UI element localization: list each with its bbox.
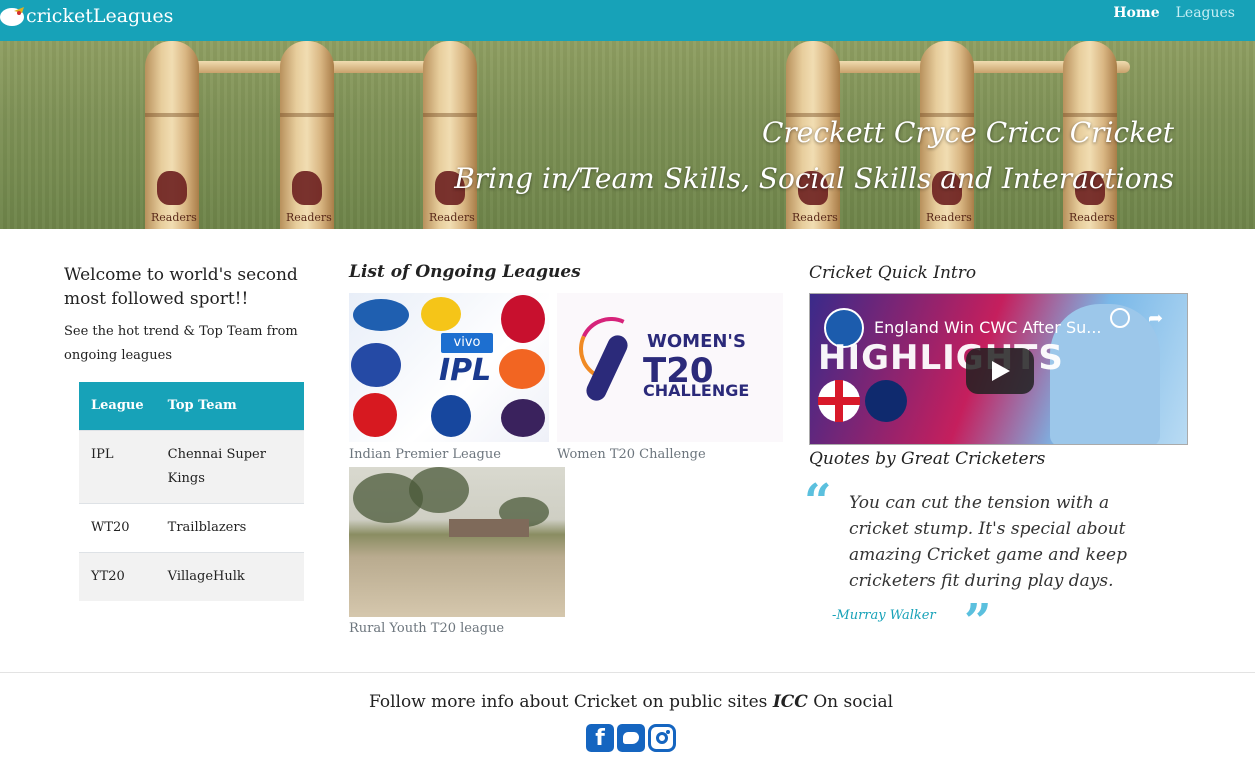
quotes-title: Quotes by Great Cricketers bbox=[809, 449, 1046, 469]
close-quote-icon: ” bbox=[964, 594, 992, 650]
rural-youth-image[interactable] bbox=[349, 467, 565, 617]
ipl-logo: IPL bbox=[439, 353, 492, 388]
wt20-logo-line1: WOMEN'S bbox=[647, 331, 746, 352]
footer-text-suffix: On social bbox=[807, 692, 894, 712]
open-quote-icon: “ bbox=[804, 474, 832, 530]
quote-text: You can cut the tension with a cricket s… bbox=[849, 493, 1127, 591]
hero-subtitle: Bring in/Team Skills, Social Skills and … bbox=[454, 162, 1174, 195]
table-row: YT20 VillageHulk bbox=[79, 551, 304, 601]
stump: Readers bbox=[280, 41, 334, 229]
video-title[interactable]: England Win CWC After Su... bbox=[874, 318, 1102, 337]
welcome-heading: Welcome to world's second most followed … bbox=[64, 265, 298, 309]
footer-divider bbox=[0, 672, 1255, 673]
table-row: WT20 Trailblazers bbox=[79, 502, 304, 552]
table-cell-top-team: Trailblazers bbox=[155, 502, 304, 552]
icc-link[interactable]: ICC bbox=[773, 692, 808, 712]
nav-links: Home Leagues bbox=[1113, 5, 1235, 21]
cricket-ball-logo-icon bbox=[0, 5, 26, 27]
card-caption-wt20[interactable]: Women T20 Challenge bbox=[557, 447, 706, 462]
instagram-icon[interactable] bbox=[648, 724, 676, 752]
team-logo-icon bbox=[353, 299, 409, 331]
welcome-subtext: See the hot trend & Top Team from ongoin… bbox=[64, 324, 298, 363]
ipl-image[interactable]: vivo IPL bbox=[349, 293, 549, 442]
navbar: cricketLeagues Home Leagues bbox=[0, 0, 1255, 41]
team-logo-icon bbox=[501, 295, 545, 343]
quote-author: -Murray Walker bbox=[832, 608, 936, 623]
brand[interactable]: cricketLeagues bbox=[0, 3, 173, 29]
team-logo-icon bbox=[501, 399, 545, 437]
new-zealand-flag-icon bbox=[865, 380, 907, 422]
footer-text: Follow more info about Cricket on public… bbox=[0, 692, 1255, 712]
team-logo-icon bbox=[499, 349, 545, 389]
building bbox=[449, 519, 529, 537]
leagues-table: League Top Team IPL Chennai Super Kings … bbox=[79, 382, 304, 601]
column-header-league: League bbox=[79, 382, 156, 430]
table-cell-league: IPL bbox=[79, 429, 156, 503]
team-logo-icon bbox=[351, 343, 401, 387]
team-logo-icon bbox=[353, 393, 397, 437]
table-cell-top-team: VillageHulk bbox=[155, 551, 304, 601]
team-logo-icon bbox=[421, 297, 461, 331]
table-cell-league: WT20 bbox=[79, 502, 156, 552]
facebook-icon[interactable]: f bbox=[586, 724, 614, 752]
stump: Readers bbox=[423, 41, 477, 229]
leagues-list-title: List of Ongoing Leagues bbox=[349, 262, 581, 282]
card-caption-rural[interactable]: Rural Youth T20 league bbox=[349, 621, 504, 636]
play-button[interactable] bbox=[966, 348, 1034, 394]
watch-later-icon[interactable] bbox=[1110, 308, 1130, 328]
footer-text-prefix: Follow more info about Cricket on public… bbox=[368, 692, 773, 712]
hero-title: Creckett Cryce Cricc Cricket bbox=[761, 116, 1174, 149]
nav-leagues-link[interactable]: Leagues bbox=[1176, 5, 1235, 21]
card-caption-ipl[interactable]: Indian Premier League bbox=[349, 447, 501, 462]
video-player[interactable]: England Win CWC After Su... HIGHLIGHTS ➦ bbox=[809, 293, 1188, 445]
share-icon[interactable]: ➦ bbox=[1148, 308, 1163, 329]
table-row: IPL Chennai Super Kings bbox=[79, 429, 304, 503]
nav-home-link[interactable]: Home bbox=[1113, 5, 1159, 21]
team-logo-icon bbox=[431, 395, 471, 437]
column-header-top-team: Top Team bbox=[155, 382, 304, 430]
intro-title: Cricket Quick Intro bbox=[809, 263, 977, 283]
table-header-row: League Top Team bbox=[79, 382, 304, 430]
brand-name: cricketLeagues bbox=[26, 5, 174, 27]
tree bbox=[409, 467, 469, 513]
twitter-icon[interactable] bbox=[617, 724, 645, 752]
table-cell-top-team: Chennai Super Kings bbox=[155, 429, 304, 503]
hero-banner: Readers Readers Readers Readers Readers … bbox=[0, 41, 1255, 229]
womens-t20-image[interactable]: WOMEN'S T20 CHALLENGE bbox=[557, 293, 783, 442]
table-cell-league: YT20 bbox=[79, 551, 156, 601]
stump: Readers bbox=[145, 41, 199, 229]
england-flag-icon bbox=[818, 380, 860, 422]
social-links: f bbox=[586, 724, 676, 752]
vivo-logo: vivo bbox=[441, 333, 493, 353]
wt20-logo-line3: CHALLENGE bbox=[643, 381, 750, 400]
